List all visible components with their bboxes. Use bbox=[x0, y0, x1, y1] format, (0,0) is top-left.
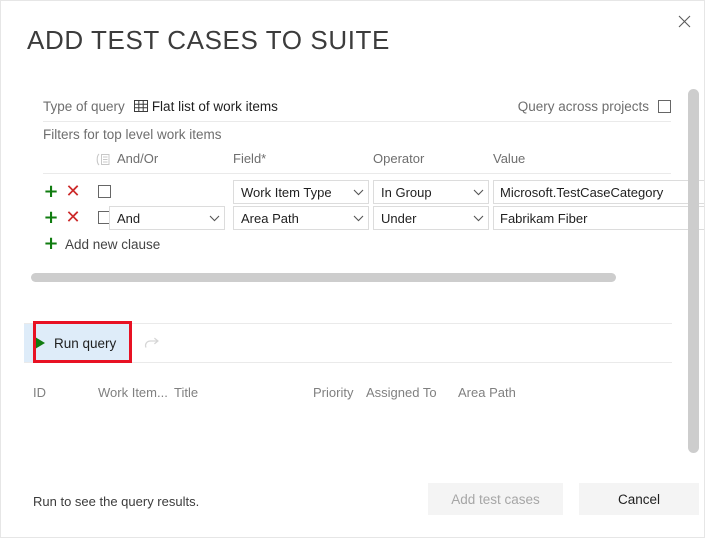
column-header-value: Value bbox=[493, 151, 526, 166]
results-column-title: Title bbox=[174, 385, 199, 400]
clause-operator-value: In Group bbox=[381, 184, 432, 200]
results-column-assigned-to: Assigned To bbox=[366, 385, 437, 400]
type-of-query-label: Type of query bbox=[43, 98, 125, 114]
query-builder-region: Type of query Flat list of work items Qu… bbox=[1, 85, 704, 461]
results-column-work-item: Work Item... bbox=[98, 385, 168, 400]
results-toolbar: Run query bbox=[24, 323, 672, 363]
close-icon[interactable] bbox=[670, 7, 698, 35]
redo-arrow-icon[interactable] bbox=[143, 336, 162, 351]
divider-below-type-row bbox=[43, 121, 671, 122]
clause-andor-value: And bbox=[117, 210, 141, 226]
page-title: ADD TEST CASES TO SUITE bbox=[27, 25, 390, 55]
type-of-query-value[interactable]: Flat list of work items bbox=[133, 98, 278, 114]
filter-clause-row: + ✕ And Area Path Under Fabrikam Fiber bbox=[43, 206, 704, 230]
chevron-down-icon bbox=[473, 189, 484, 196]
status-text: Run to see the query results. bbox=[33, 494, 200, 509]
clause-operator-select[interactable]: In Group bbox=[373, 180, 489, 204]
clause-field-select[interactable]: Area Path bbox=[233, 206, 369, 230]
results-column-area-path: Area Path bbox=[458, 385, 516, 400]
results-column-headers: ID Work Item... Title Priority Assigned … bbox=[24, 385, 672, 407]
play-triangle-icon bbox=[35, 337, 45, 349]
run-query-button[interactable]: Run query bbox=[24, 324, 130, 362]
group-clause-icon bbox=[95, 153, 110, 169]
clause-value-input[interactable]: Fabrikam Fiber bbox=[493, 206, 704, 230]
chevron-down-icon bbox=[209, 215, 220, 222]
clause-operator-select[interactable]: Under bbox=[373, 206, 489, 230]
clause-andor-select[interactable]: And bbox=[109, 206, 225, 230]
type-of-query-text: Flat list of work items bbox=[151, 98, 278, 114]
column-header-andor: And/Or bbox=[117, 151, 159, 166]
cancel-button[interactable]: Cancel bbox=[579, 483, 699, 515]
filter-clause-row: + ✕ Microsoft.TestCaseCategory Work Item… bbox=[43, 180, 704, 204]
run-query-label: Run query bbox=[54, 335, 117, 351]
query-across-projects-checkbox[interactable] bbox=[658, 99, 671, 113]
clause-field-select[interactable]: Work Item Type bbox=[233, 180, 369, 204]
chevron-down-icon bbox=[353, 215, 364, 222]
chevron-down-icon bbox=[353, 189, 364, 196]
plus-icon[interactable]: + bbox=[43, 206, 59, 230]
clause-field-value: Area Path bbox=[241, 210, 299, 226]
results-column-priority: Priority bbox=[313, 385, 354, 400]
delete-x-icon[interactable]: ✕ bbox=[65, 206, 81, 230]
clause-value-input[interactable]: Microsoft.TestCaseCategory bbox=[493, 180, 704, 204]
add-new-clause-button[interactable]: + Add new clause bbox=[43, 235, 160, 253]
plus-icon: + bbox=[43, 233, 59, 254]
filters-section-label: Filters for top level work items bbox=[43, 127, 222, 142]
clause-operator-value: Under bbox=[381, 210, 417, 226]
column-header-field: Field* bbox=[233, 151, 267, 166]
clause-field-value: Work Item Type bbox=[241, 184, 332, 200]
clause-group-checkbox[interactable] bbox=[98, 185, 111, 198]
divider-below-column-headers bbox=[43, 173, 671, 174]
plus-icon[interactable]: + bbox=[43, 180, 59, 204]
type-of-query-row: Type of query Flat list of work items Qu… bbox=[43, 93, 671, 119]
flat-list-grid-icon bbox=[133, 99, 148, 113]
column-header-operator: Operator bbox=[373, 151, 425, 166]
query-across-projects-group: Query across projects bbox=[518, 99, 671, 114]
add-test-cases-dialog: ADD TEST CASES TO SUITE Type of query Fl… bbox=[0, 0, 705, 538]
filters-column-headers: And/Or Field* Operator Value bbox=[43, 151, 704, 171]
results-column-id: ID bbox=[33, 385, 46, 400]
delete-x-icon[interactable]: ✕ bbox=[65, 180, 81, 204]
dialog-footer: Run to see the query results. Add test c… bbox=[1, 466, 704, 537]
query-across-projects-label: Query across projects bbox=[517, 98, 649, 114]
add-test-cases-button[interactable]: Add test cases bbox=[428, 483, 563, 515]
horizontal-scrollbar[interactable] bbox=[31, 273, 616, 282]
chevron-down-icon bbox=[473, 215, 484, 222]
add-new-clause-label: Add new clause bbox=[65, 236, 161, 252]
vertical-scrollbar-thumb[interactable] bbox=[688, 89, 699, 453]
